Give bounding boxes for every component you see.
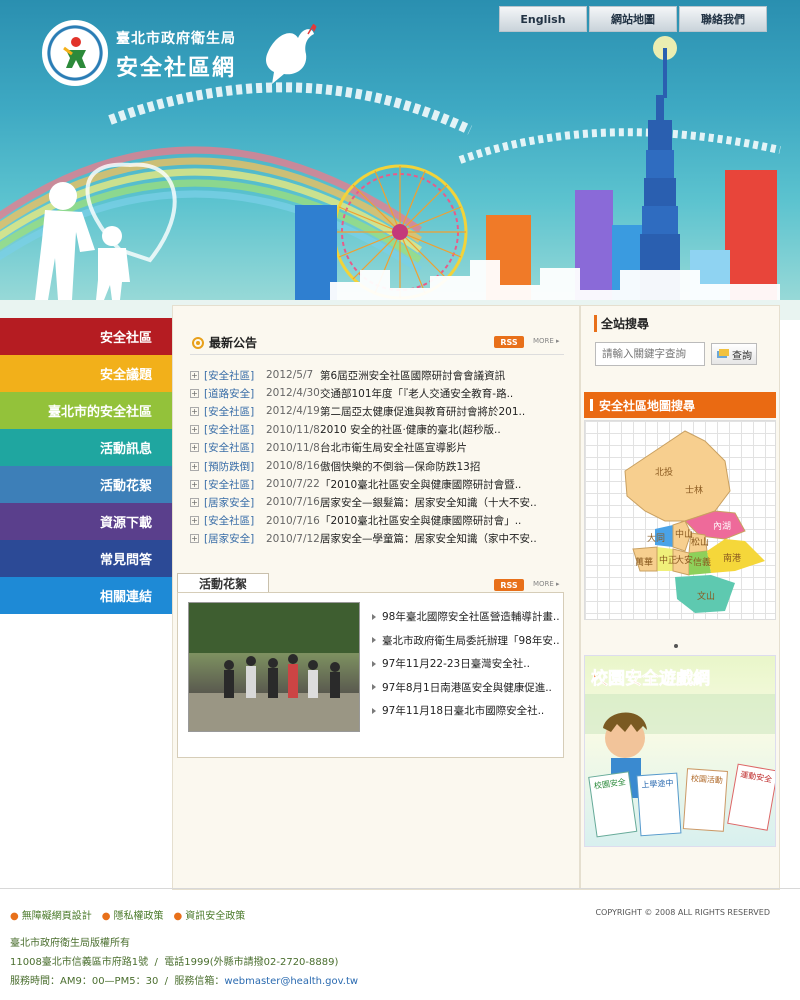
dove-icon — [266, 24, 317, 84]
nav-downloads[interactable]: 資源下載 — [0, 503, 172, 540]
arrow-icon — [372, 637, 376, 644]
district-map: 北投 士林 內湖 大同 中山 松山 中正 大安 信義 南港 萬華 文山 — [584, 420, 776, 620]
campus-title: 校園安全遊戲網 — [591, 668, 710, 689]
news-rss-button[interactable]: RSS — [494, 336, 524, 348]
arrow-icon — [372, 660, 376, 667]
footer-service: 服務時間：AM9：00—PM5：30 / 服務信箱：webmaster@heal… — [10, 976, 359, 987]
news-item[interactable]: + [預防跌倒] 2010/8/16 傲個快樂的不倒翁—保命防跌13招 — [190, 457, 570, 475]
footer-link-security[interactable]: ● 資訊安全政策 — [173, 907, 245, 922]
map-search-header: 安全社區地圖搜尋 — [584, 392, 776, 418]
search-input[interactable] — [595, 342, 705, 366]
activity-photo-people — [189, 603, 359, 731]
news-title: 最新公告 — [209, 336, 258, 350]
nav-safety-issues[interactable]: 安全議題 — [0, 355, 172, 392]
bullet-icon: ● — [173, 911, 183, 922]
district-label: 大安 — [675, 554, 693, 566]
activity-item[interactable]: 97年11月18日臺北市國際安全社.. — [372, 699, 562, 723]
nav-links[interactable]: 相關連結 — [0, 577, 172, 614]
activity-item[interactable]: 97年11月22-23日臺灣安全社.. — [372, 652, 562, 676]
logo[interactable] — [42, 20, 108, 86]
news-bullet-icon — [192, 336, 204, 349]
separator-dot — [674, 644, 678, 648]
activity-photo[interactable] — [188, 602, 360, 732]
top-links: English 網站地圖 聯絡我們 — [499, 6, 767, 32]
activities-more-link[interactable]: MORE ▸ — [533, 580, 560, 588]
copyright: COPYRIGHT © 2008 ALL RIGHTS RESERVED — [595, 908, 770, 917]
district-label: 北投 — [655, 466, 673, 478]
district-label: 文山 — [697, 590, 715, 602]
search-title: 全站搜尋 — [594, 315, 649, 332]
bullet-icon: ● — [101, 911, 111, 922]
activity-item[interactable]: 97年8月1日南港區安全與健康促進.. — [372, 676, 562, 700]
nav-faq[interactable]: 常見問答 — [0, 540, 172, 577]
activities-list: 98年臺北國際安全社區營造輔導計畫.. 臺北市政府衛生局委託辦理「98年安.. … — [372, 605, 562, 723]
arrow-icon — [372, 707, 376, 714]
activities-rss-button[interactable]: RSS — [494, 579, 524, 591]
news-item[interactable]: + [安全社區] 2010/7/22 「2010臺北社區安全與健康國際研討會暨.. — [190, 475, 570, 493]
plus-icon: + — [190, 497, 199, 507]
plus-icon: + — [190, 534, 199, 544]
footer-link-accessibility[interactable]: ● 無障礙網頁設計 — [10, 907, 92, 922]
news-list: + [安全社區] 2012/5/7 第6屆亞洲安全社區國際研討會會議資訊 + [道路安全… — [190, 366, 570, 548]
activity-item[interactable]: 臺北市政府衛生局委託辦理「98年安.. — [372, 629, 562, 653]
plus-icon: + — [190, 443, 199, 453]
footer-info: 臺北市政府衛生局版權所有 11008臺北市信義區市府路1號 / 電話1999(外… — [10, 934, 358, 991]
district-label: 松山 — [691, 536, 709, 548]
footer-link-privacy[interactable]: ● 隱私權政策 — [102, 907, 164, 922]
search-icon — [717, 349, 729, 358]
org-name: 臺北市政府衛生局 — [116, 31, 236, 47]
news-header: 最新公告 — [192, 334, 257, 351]
footer-links: ● 無障礙網頁設計 ● 隱私權政策 ● 資訊安全政策 — [10, 907, 245, 922]
plus-icon: + — [190, 461, 199, 471]
district-label: 萬華 — [635, 556, 653, 568]
nav-taipei-communities[interactable]: 臺北市的安全社區 — [0, 392, 172, 429]
contact-link[interactable]: 聯絡我們 — [679, 6, 767, 32]
nav-events[interactable]: 活動訊息 — [0, 429, 172, 466]
nav-highlights[interactable]: 活動花絮 — [0, 466, 172, 503]
plus-icon: + — [190, 479, 199, 489]
header-bar-icon — [590, 399, 593, 411]
news-item[interactable]: + [安全社區] 2010/11/8 台北市衛生局安全社區宣導影片 — [190, 439, 570, 457]
news-more-link[interactable]: MORE ▸ — [533, 337, 560, 345]
footer-email-link[interactable]: webmaster@health.gov.tw — [224, 976, 358, 987]
footer-contact: 11008臺北市信義區市府路1號 / 電話1999(外縣市請撥02-2720-8… — [10, 957, 339, 968]
district-label: 士林 — [685, 484, 703, 496]
sitemap-link[interactable]: 網站地圖 — [589, 6, 677, 32]
news-item[interactable]: + [安全社區] 2010/11/8 2010 安全的社區‧健康的臺北(超秒版.. — [190, 421, 570, 439]
site-title[interactable]: 安全社區網 — [116, 50, 236, 82]
activity-item[interactable]: 98年臺北國際安全社區營造輔導計畫.. — [372, 605, 562, 629]
district-label: 南港 — [723, 552, 741, 564]
plus-icon: + — [190, 425, 199, 435]
news-divider — [190, 354, 564, 355]
news-item[interactable]: + [居家安全] 2010/7/16 居家安全—銀髮篇：居家安全知識（十大不安.. — [190, 493, 570, 511]
campus-game-illustration: 校園安全遊戲網 校園安全 上學途中 校園活動 運動安全 — [585, 668, 775, 838]
footer-divider — [0, 888, 800, 889]
search-button[interactable]: 查詢 — [711, 343, 757, 365]
district-label: 大同 — [647, 532, 665, 544]
plus-icon: + — [190, 388, 199, 398]
plus-icon: + — [190, 406, 199, 416]
logo-figure-icon — [63, 37, 86, 68]
news-item[interactable]: + [安全社區] 2012/4/19 第二屆亞太健康促進與教育研討會將於201.. — [190, 402, 570, 420]
bullet-icon: ● — [10, 911, 19, 922]
plus-icon: + — [190, 516, 199, 526]
footer-owner: 臺北市政府衛生局版權所有 — [10, 938, 130, 949]
plus-icon: + — [190, 370, 199, 380]
arrow-icon — [372, 613, 376, 620]
district-map-shapes: 北投 士林 內湖 大同 中山 松山 中正 大安 信義 南港 萬華 文山 — [624, 430, 765, 613]
news-item[interactable]: + [道路安全] 2012/4/30 交通部101年度「『老人交通安全教育-路.. — [190, 384, 570, 402]
main-nav: 安全社區 安全議題 臺北市的安全社區 活動訊息 活動花絮 資源下載 常見問答 相… — [0, 318, 172, 614]
news-item[interactable]: + [安全社區] 2010/7/16 「2010臺北社區安全與健康國際研討會」.. — [190, 512, 570, 530]
campus-safety-banner[interactable]: 校園安全遊戲網 校園安全 上學途中 校園活動 運動安全 — [584, 655, 776, 847]
header-banner: 臺北市政府衛生局 安全社區網 English 網站地圖 聯絡我們 — [0, 0, 800, 310]
activities-tab[interactable]: 活動花絮 — [177, 573, 269, 593]
district-label: 內湖 — [713, 521, 731, 532]
news-item[interactable]: + [居家安全] 2010/7/12 居家安全—學童篇：居家安全知識（家中不安.. — [190, 530, 570, 548]
news-item[interactable]: + [安全社區] 2012/5/7 第6屆亞洲安全社區國際研討會會議資訊 — [190, 366, 570, 384]
arrow-icon — [372, 684, 376, 691]
nav-safe-community[interactable]: 安全社區 — [0, 318, 172, 355]
english-link[interactable]: English — [499, 6, 587, 32]
district-label: 信義 — [693, 556, 711, 568]
